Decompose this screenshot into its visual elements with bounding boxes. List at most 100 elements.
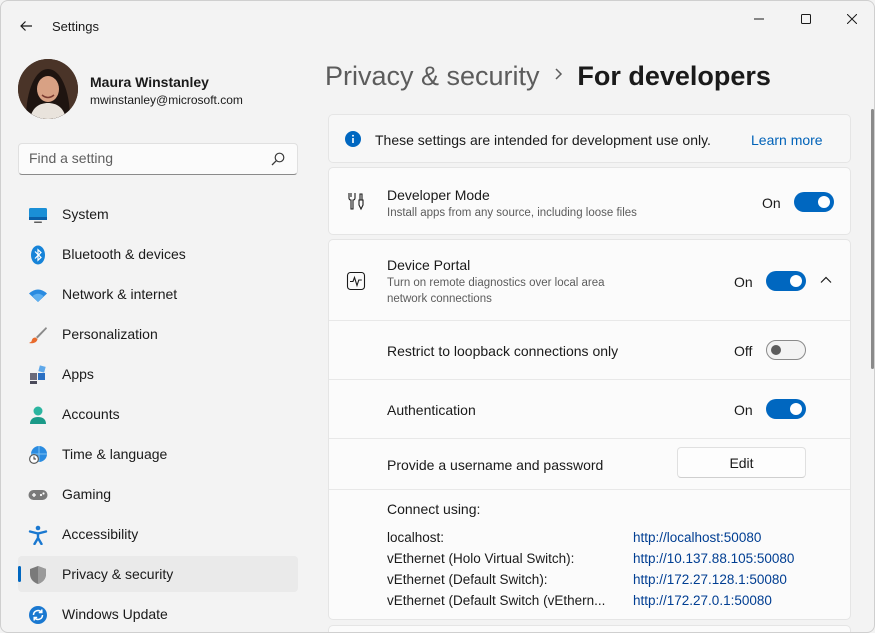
edit-button[interactable]: Edit (677, 447, 806, 478)
user-profile: Maura Winstanley mwinstanley@microsoft.c… (18, 59, 298, 119)
search-input[interactable] (29, 150, 259, 166)
connection-url-link[interactable]: http://localhost:50080 (633, 530, 761, 545)
chevron-up-icon (820, 276, 832, 283)
loopback-state: Off (734, 343, 753, 359)
developer-mode-title: Developer Mode (387, 187, 490, 203)
bluetooth-icon (31, 245, 45, 265)
sidebar-nav: System Bluetooth & devices Network & int… (18, 196, 298, 632)
sync-icon (29, 606, 47, 624)
user-email: mwinstanley@microsoft.com (90, 93, 243, 107)
connection-row: vEthernet (Holo Virtual Switch): http://… (387, 551, 827, 571)
connection-name: vEthernet (Holo Virtual Switch): (387, 551, 575, 566)
connection-row: vEthernet (Default Switch (vEthern... ht… (387, 593, 827, 613)
search-icon[interactable] (271, 152, 285, 166)
page-title: For developers (577, 61, 771, 91)
sidebar-item-system[interactable]: System (18, 196, 298, 232)
apps-icon (30, 365, 46, 384)
sidebar-item-gaming[interactable]: Gaming (18, 476, 298, 512)
shield-icon (30, 566, 46, 584)
sidebar-item-time-language[interactable]: Time & language (18, 436, 298, 472)
device-portal-description: network connections (387, 293, 492, 305)
sidebar-item-personalization[interactable]: Personalization (18, 316, 298, 352)
close-button[interactable] (829, 5, 874, 33)
divider (329, 489, 850, 490)
minimize-icon (754, 18, 764, 20)
sidebar-item-label: Network & internet (62, 286, 178, 302)
brush-icon (29, 327, 47, 344)
connect-using-label: Connect using: (387, 501, 481, 517)
sidebar-item-label: Accessibility (62, 526, 139, 542)
connection-url-link[interactable]: http://10.137.88.105:50080 (633, 551, 794, 566)
avatar-photo-icon (18, 59, 78, 119)
minimize-button[interactable] (736, 5, 782, 33)
developer-mode-state: On (762, 195, 781, 211)
person-icon (30, 406, 46, 424)
search-box[interactable] (18, 143, 298, 175)
sidebar-item-label: Privacy & security (62, 566, 174, 582)
device-portal-description: Turn on remote diagnostics over local ar… (387, 277, 605, 289)
sidebar-item-accounts[interactable]: Accounts (18, 396, 298, 432)
sidebar-item-apps[interactable]: Apps (18, 356, 298, 392)
settings-window: Settings Maura Winstanley mwinstanley@mi… (0, 0, 875, 633)
info-bar: These settings are intended for developm… (328, 114, 851, 163)
system-icon (29, 208, 47, 223)
credentials-label: Provide a username and password (387, 457, 604, 473)
device-portal-title: Device Portal (387, 257, 471, 273)
back-button[interactable] (13, 13, 39, 39)
info-text: These settings are intended for developm… (375, 132, 711, 148)
authentication-state: On (734, 402, 753, 418)
loopback-label: Restrict to loopback connections only (387, 343, 619, 359)
authentication-toggle[interactable] (766, 399, 806, 419)
sidebar-item-label: System (62, 206, 109, 222)
breadcrumb-parent[interactable]: Privacy & security (325, 61, 540, 92)
divider (329, 379, 850, 380)
sidebar-item-label: Personalization (62, 326, 158, 342)
developer-mode-card: Developer Mode Install apps from any sou… (328, 167, 851, 235)
divider (329, 320, 850, 321)
close-icon (847, 14, 857, 24)
info-icon (345, 131, 361, 147)
title-bar: Settings (1, 1, 874, 51)
sidebar-item-label: Apps (62, 366, 94, 382)
learn-more-link[interactable]: Learn more (751, 132, 823, 148)
app-title: Settings (52, 19, 99, 34)
developer-mode-description: Install apps from any source, including … (387, 207, 637, 219)
sidebar-item-privacy-security[interactable]: Privacy & security (18, 556, 298, 592)
user-name: Maura Winstanley (90, 74, 209, 90)
avatar (18, 59, 78, 119)
device-portal-state: On (734, 274, 753, 290)
connection-name: vEthernet (Default Switch): (387, 572, 548, 587)
maximize-icon (801, 14, 811, 24)
gamepad-icon (28, 490, 48, 500)
sidebar-item-bluetooth[interactable]: Bluetooth & devices (18, 236, 298, 272)
connection-row: localhost: http://localhost:50080 (387, 530, 827, 550)
scrollbar-thumb[interactable] (871, 109, 874, 369)
authentication-label: Authentication (387, 402, 476, 418)
sidebar-item-label: Bluetooth & devices (62, 246, 186, 262)
sidebar-item-accessibility[interactable]: Accessibility (18, 516, 298, 552)
collapse-button[interactable] (817, 271, 835, 289)
connection-name: vEthernet (Default Switch (vEthern... (387, 593, 606, 608)
sidebar-item-label: Time & language (62, 446, 168, 462)
globe-clock-icon (29, 446, 47, 464)
divider (329, 438, 850, 439)
connection-row: vEthernet (Default Switch): http://172.2… (387, 572, 827, 592)
sidebar-item-network[interactable]: Network & internet (18, 276, 298, 312)
chevron-right-icon (543, 67, 573, 87)
developer-tools-icon (348, 193, 364, 211)
accessibility-icon (28, 525, 48, 545)
breadcrumb: Privacy & security For developers (325, 61, 771, 97)
next-card (328, 625, 851, 632)
loopback-toggle[interactable] (766, 340, 806, 360)
device-portal-toggle[interactable] (766, 271, 806, 291)
sidebar-item-label: Accounts (62, 406, 120, 422)
wifi-icon (29, 289, 47, 302)
back-arrow-icon (20, 21, 32, 31)
sidebar-item-windows-update[interactable]: Windows Update (18, 596, 298, 632)
diagnostics-icon (346, 271, 366, 291)
connection-url-link[interactable]: http://172.27.0.1:50080 (633, 593, 772, 608)
developer-mode-toggle[interactable] (794, 192, 834, 212)
sidebar-item-label: Gaming (62, 486, 112, 502)
connection-url-link[interactable]: http://172.27.128.1:50080 (633, 572, 787, 587)
maximize-button[interactable] (783, 5, 829, 33)
